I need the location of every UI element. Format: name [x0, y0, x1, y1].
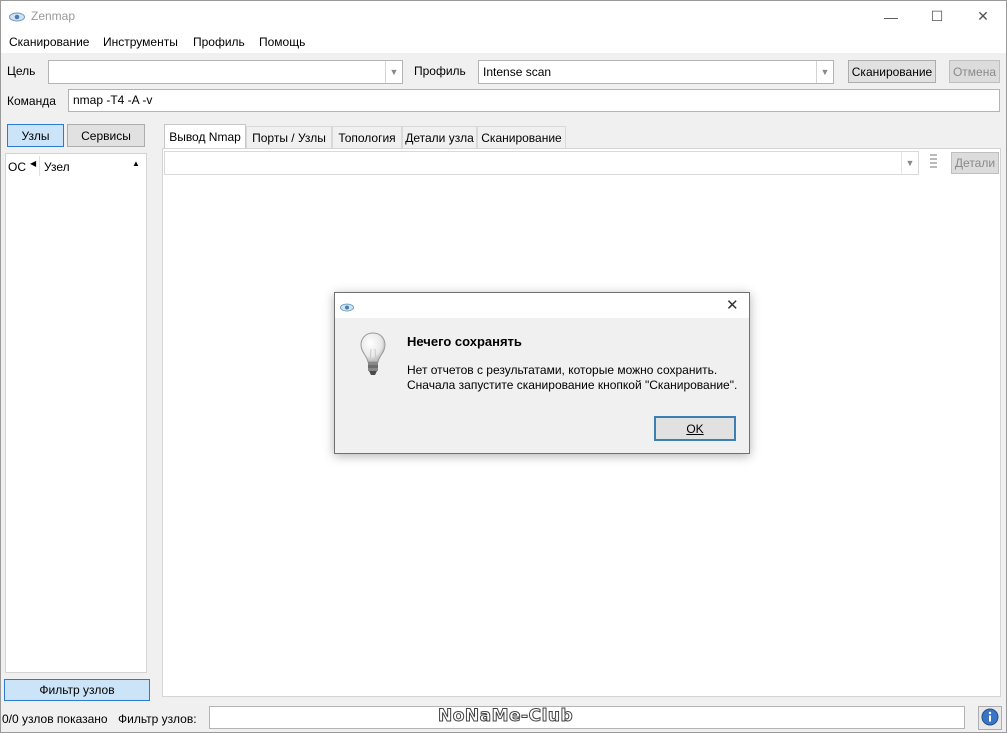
title-bar: Zenmap — ☐ ✕: [1, 1, 1006, 32]
sort-up-icon: ▲: [132, 159, 140, 168]
profile-value: Intense scan: [483, 65, 552, 79]
filter-input[interactable]: [209, 706, 965, 729]
dialog-heading: Нечего сохранять: [407, 334, 522, 349]
tab-label: Детали узла: [405, 130, 474, 145]
menu-bar: Сканирование Инструменты Профиль Помощь: [1, 32, 1006, 53]
chevron-down-icon[interactable]: ▼: [901, 152, 918, 174]
command-input[interactable]: nmap -T4 -A -v: [68, 89, 1000, 112]
dialog-close-button[interactable]: ✕: [726, 296, 739, 314]
host-list-header: ОС ◀ Узел ▲: [6, 154, 146, 176]
scan-select-combo[interactable]: ▼: [164, 151, 919, 175]
cancel-button-label: Отмена: [952, 64, 997, 79]
info-button[interactable]: [978, 706, 1002, 730]
ok-button[interactable]: OK: [654, 416, 736, 441]
filter-label: Фильтр узлов:: [118, 712, 197, 726]
column-os[interactable]: ОС: [8, 160, 26, 174]
minimize-button[interactable]: —: [868, 1, 914, 32]
chevron-down-icon[interactable]: ▼: [816, 61, 833, 83]
menu-profile[interactable]: Профиль: [193, 35, 245, 49]
tab-label: Порты / Узлы: [252, 130, 326, 145]
host-list[interactable]: ОС ◀ Узел ▲: [5, 153, 147, 673]
tab-host-details[interactable]: Детали узла: [402, 126, 477, 148]
details-button-label: Детали: [954, 156, 996, 170]
target-combo[interactable]: ▼: [48, 60, 403, 84]
tab-nmap-output[interactable]: Вывод Nmap: [164, 124, 246, 149]
dialog-message-line2: Сначала запустите сканирование кнопкой "…: [407, 378, 738, 392]
minimize-icon: —: [884, 8, 898, 25]
tab-topology[interactable]: Топология: [332, 126, 402, 148]
column-divider: [39, 156, 40, 176]
tab-label: Сканирование: [481, 130, 562, 145]
cancel-button[interactable]: Отмена: [949, 60, 1000, 83]
hosts-button[interactable]: Узлы: [7, 124, 64, 147]
ok-button-label: OK: [686, 421, 704, 436]
dialog-title-bar: ✕: [335, 293, 749, 318]
tab-scans[interactable]: Сканирование: [477, 126, 566, 148]
zenmap-eye-icon: [340, 301, 354, 315]
maximize-button[interactable]: ☐: [914, 1, 960, 32]
nothing-to-save-dialog: ✕ Нечего сохранять Нет отчетов с результ…: [334, 292, 750, 454]
host-filter-button-label: Фильтр узлов: [39, 683, 115, 697]
hosts-shown-count: 0/0 узлов показано: [2, 712, 108, 726]
scan-button[interactable]: Сканирование: [848, 60, 936, 83]
info-icon: [981, 708, 999, 729]
scan-button-label: Сканирование: [851, 64, 933, 79]
target-label: Цель: [7, 64, 36, 78]
command-label: Команда: [7, 94, 56, 108]
tab-label: Топология: [338, 130, 396, 145]
maximize-icon: ☐: [930, 8, 944, 24]
lightbulb-icon: [359, 331, 387, 382]
services-button[interactable]: Сервисы: [67, 124, 145, 147]
tab-ports-hosts[interactable]: Порты / Узлы: [246, 126, 332, 148]
zenmap-eye-icon: [9, 11, 25, 25]
close-button[interactable]: ✕: [960, 1, 1006, 32]
profile-label: Профиль: [414, 64, 466, 78]
column-host[interactable]: Узел: [44, 160, 70, 174]
host-filter-button[interactable]: Фильтр узлов: [4, 679, 150, 701]
window-title: Zenmap: [31, 9, 76, 23]
list-lines-icon: [930, 154, 937, 168]
triangle-left-icon: ◀: [30, 159, 37, 168]
close-icon: ✕: [977, 8, 989, 24]
services-button-label: Сервисы: [81, 128, 131, 143]
menu-help[interactable]: Помощь: [259, 35, 305, 49]
tab-label: Вывод Nmap: [169, 130, 241, 144]
profile-combo[interactable]: Intense scan ▼: [478, 60, 834, 84]
watermark-text: NoNaMe-Club: [437, 706, 574, 727]
details-button[interactable]: Детали: [951, 152, 999, 174]
hosts-button-label: Узлы: [21, 128, 50, 143]
menu-tools[interactable]: Инструменты: [103, 35, 178, 49]
command-value: nmap -T4 -A -v: [73, 93, 153, 107]
menu-scan[interactable]: Сканирование: [9, 35, 89, 49]
dialog-message-line1: Нет отчетов с результатами, которые можн…: [407, 363, 718, 377]
chevron-down-icon[interactable]: ▼: [385, 61, 402, 83]
